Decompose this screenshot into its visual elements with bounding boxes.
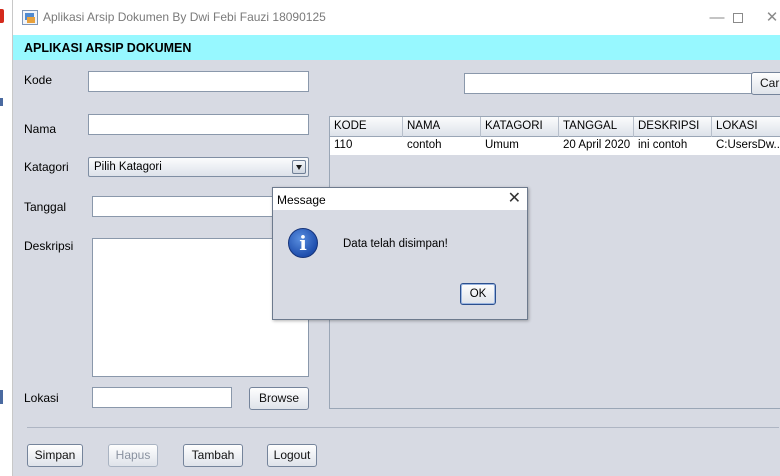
deskripsi-label: Deskripsi	[24, 239, 74, 253]
header-band: APLIKASI ARSIP DOKUMEN	[13, 35, 780, 60]
desktop-edge-mark	[0, 390, 3, 404]
taskbar-edge-icon	[0, 9, 4, 23]
column-lokasi[interactable]: LOKASI	[712, 117, 780, 137]
logout-button[interactable]: Logout	[267, 444, 317, 467]
desktop-edge-mark	[0, 98, 3, 106]
dialog-close-button[interactable]: ✕	[508, 189, 521, 209]
close-window-button[interactable]: ✕	[760, 7, 780, 29]
table-header: KODE NAMA KATAGORI TANGGAL DESKRIPSI LOK…	[330, 117, 780, 137]
browse-button[interactable]: Browse	[249, 387, 309, 410]
dialog-title: Message	[277, 193, 326, 207]
cell-deskripsi: ini contoh	[638, 139, 688, 151]
maximize-button[interactable]	[726, 7, 750, 29]
tanggal-label: Tanggal	[24, 200, 67, 214]
cell-nama: contoh	[407, 139, 442, 151]
katagori-selected: Pilih Katagori	[94, 161, 162, 173]
lokasi-input[interactable]	[92, 387, 232, 408]
column-deskripsi[interactable]: DESKRIPSI	[634, 117, 712, 137]
info-icon: i	[288, 228, 318, 258]
cell-tanggal: 20 April 2020	[563, 139, 631, 151]
column-kode[interactable]: KODE	[330, 117, 403, 137]
dialog-title-bar[interactable]: Message ✕	[273, 188, 527, 210]
simpan-button[interactable]: Simpan	[27, 444, 83, 467]
app-heading: APLIKASI ARSIP DOKUMEN	[24, 41, 192, 55]
maximize-icon	[733, 13, 743, 23]
column-katagori[interactable]: KATAGORI	[481, 117, 559, 137]
hapus-button[interactable]: Hapus	[108, 444, 158, 467]
cell-kode: 110	[334, 139, 353, 151]
lokasi-label: Lokasi	[24, 391, 59, 405]
title-bar[interactable]: Aplikasi Arsip Dokumen By Dwi Febi Fauzi…	[13, 0, 780, 35]
java-app-icon	[22, 10, 38, 25]
katagori-label: Katagori	[24, 160, 69, 174]
divider	[27, 427, 779, 428]
column-nama[interactable]: NAMA	[403, 117, 481, 137]
cell-lokasi: C:UsersDw...	[716, 139, 780, 151]
dialog-message: Data telah disimpan!	[343, 238, 448, 250]
message-dialog: Message ✕ i Data telah disimpan! OK	[272, 187, 528, 320]
kode-label: Kode	[24, 73, 53, 87]
column-tanggal[interactable]: TANGGAL	[559, 117, 634, 137]
search-input[interactable]	[464, 73, 757, 94]
table-row[interactable]: 110 contoh Umum 20 April 2020 ini contoh…	[330, 137, 780, 155]
window-title: Aplikasi Arsip Dokumen By Dwi Febi Fauzi…	[43, 10, 326, 24]
nama-label: Nama	[24, 122, 57, 136]
cell-katagori: Umum	[485, 139, 519, 151]
cari-button[interactable]: Cari	[751, 72, 780, 95]
kode-input[interactable]	[88, 71, 309, 92]
katagori-dropdown[interactable]: Pilih Katagori	[88, 157, 309, 177]
nama-input[interactable]	[88, 114, 309, 135]
desktop-edge	[0, 0, 6, 476]
ok-button[interactable]: OK	[460, 283, 496, 305]
chevron-down-icon[interactable]	[292, 160, 306, 174]
tambah-button[interactable]: Tambah	[183, 444, 243, 467]
